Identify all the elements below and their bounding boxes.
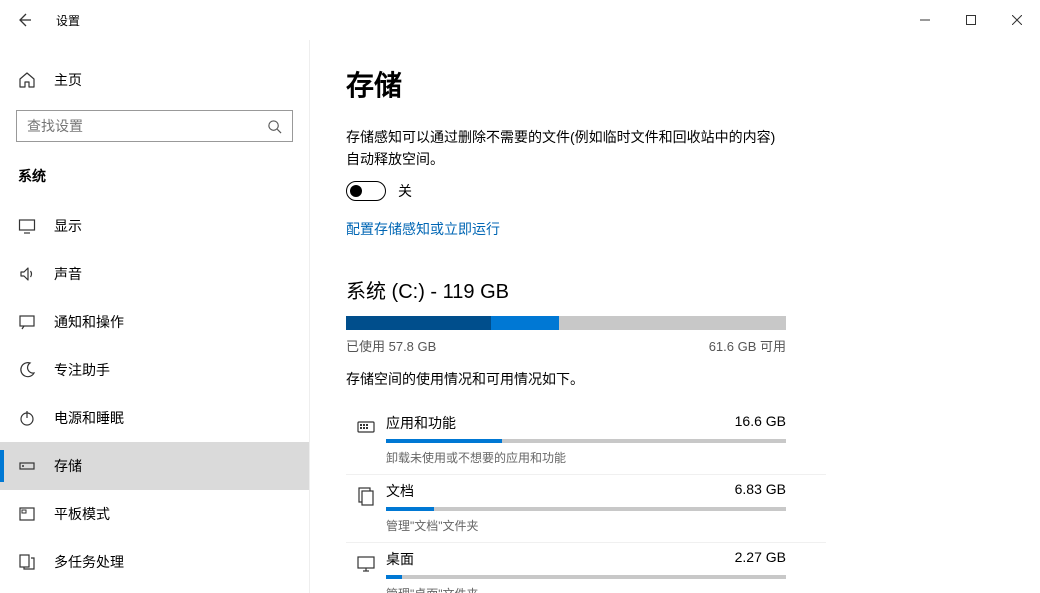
sidebar-item-display[interactable]: 显示: [0, 202, 309, 250]
usage-intro-text: 存储空间的使用情况和可用情况如下。: [346, 369, 1040, 389]
home-icon: [18, 71, 36, 89]
category-size: 16.6 GB: [735, 413, 786, 433]
sidebar-item-sound[interactable]: 声音: [0, 250, 309, 298]
search-icon: [256, 119, 292, 134]
category-hint: 管理"桌面"文件夹: [386, 585, 826, 593]
back-button[interactable]: [0, 0, 48, 40]
storage-sense-toggle-row: 关: [346, 181, 1040, 201]
category-name: 文档: [386, 481, 414, 501]
sidebar-home[interactable]: 主页: [0, 60, 309, 100]
category-bar: [386, 575, 786, 579]
drive-usage-segment-dark: [346, 316, 491, 330]
sidebar-item-label: 显示: [54, 216, 82, 236]
category-desktop[interactable]: 桌面 2.27 GB 管理"桌面"文件夹: [346, 543, 826, 593]
category-name: 桌面: [386, 549, 414, 569]
sidebar-item-label: 多任务处理: [54, 552, 124, 572]
configure-storage-sense-link[interactable]: 配置存储感知或立即运行: [346, 219, 500, 239]
storage-sense-toggle[interactable]: [346, 181, 386, 201]
category-hint: 管理"文档"文件夹: [386, 517, 826, 534]
multitask-icon: [18, 553, 36, 571]
search-box[interactable]: [16, 110, 293, 142]
drive-used-label: 已使用 57.8 GB: [346, 336, 436, 355]
sidebar-home-label: 主页: [54, 70, 82, 90]
category-size: 2.27 GB: [735, 549, 786, 569]
sidebar-item-power[interactable]: 电源和睡眠: [0, 394, 309, 442]
sidebar-item-multitask[interactable]: 多任务处理: [0, 538, 309, 586]
drive-usage-legend: 已使用 57.8 GB 61.6 GB 可用: [346, 336, 786, 355]
moon-icon: [18, 361, 36, 379]
app-title: 设置: [48, 12, 80, 29]
sidebar-item-label: 声音: [54, 264, 82, 284]
notification-icon: [18, 313, 36, 331]
sidebar-item-storage[interactable]: 存储: [0, 442, 309, 490]
maximize-icon: [966, 15, 976, 25]
page-title: 存储: [346, 64, 1040, 104]
window-minimize-button[interactable]: [902, 0, 948, 40]
power-icon: [18, 409, 36, 427]
category-apps[interactable]: 应用和功能 16.6 GB 卸载未使用或不想要的应用和功能: [346, 407, 826, 475]
sidebar-nav-list: 显示 声音 通知和操作 专注助手 电源和睡眠 存储 平板模式 多: [0, 202, 309, 586]
category-documents[interactable]: 文档 6.83 GB 管理"文档"文件夹: [346, 475, 826, 543]
storage-sense-description: 存储感知可以通过删除不需要的文件(例如临时文件和回收站中的内容) 自动释放空间。: [346, 126, 786, 171]
sidebar-section-label: 系统: [0, 156, 309, 196]
category-bar: [386, 507, 786, 511]
window-maximize-button[interactable]: [948, 0, 994, 40]
sidebar-item-label: 平板模式: [54, 504, 110, 524]
documents-icon: [346, 481, 386, 534]
desktop-icon: [346, 549, 386, 593]
minimize-icon: [920, 15, 930, 25]
sound-icon: [18, 265, 36, 283]
search-container: [0, 100, 309, 156]
category-size: 6.83 GB: [735, 481, 786, 501]
storage-icon: [18, 457, 36, 475]
toggle-knob: [350, 185, 362, 197]
window-close-button[interactable]: [994, 0, 1040, 40]
sidebar-item-focus-assist[interactable]: 专注助手: [0, 346, 309, 394]
category-bar: [386, 439, 786, 443]
sidebar-item-label: 存储: [54, 456, 82, 476]
monitor-icon: [18, 217, 36, 235]
drive-usage-bar: [346, 316, 786, 330]
sidebar-item-notifications[interactable]: 通知和操作: [0, 298, 309, 346]
search-input[interactable]: [17, 111, 256, 141]
drive-free-label: 61.6 GB 可用: [709, 336, 786, 355]
content-pane: 存储 存储感知可以通过删除不需要的文件(例如临时文件和回收站中的内容) 自动释放…: [310, 40, 1040, 593]
toggle-state-label: 关: [398, 181, 412, 201]
tablet-icon: [18, 505, 36, 523]
sidebar: 主页 系统 显示 声音 通知和操作 专注助手 电源和睡眠: [0, 40, 310, 593]
close-icon: [1012, 15, 1022, 25]
drive-title: 系统 (C:) - 119 GB: [346, 275, 1040, 304]
drive-usage-segment-light: [491, 316, 559, 330]
arrow-left-icon: [16, 12, 32, 28]
category-name: 应用和功能: [386, 413, 456, 433]
titlebar: 设置: [0, 0, 1040, 40]
sidebar-item-tablet[interactable]: 平板模式: [0, 490, 309, 538]
sidebar-item-label: 通知和操作: [54, 312, 124, 332]
sidebar-item-label: 电源和睡眠: [54, 408, 124, 428]
apps-icon: [346, 413, 386, 466]
category-hint: 卸载未使用或不想要的应用和功能: [386, 449, 826, 466]
sidebar-item-label: 专注助手: [54, 360, 110, 380]
